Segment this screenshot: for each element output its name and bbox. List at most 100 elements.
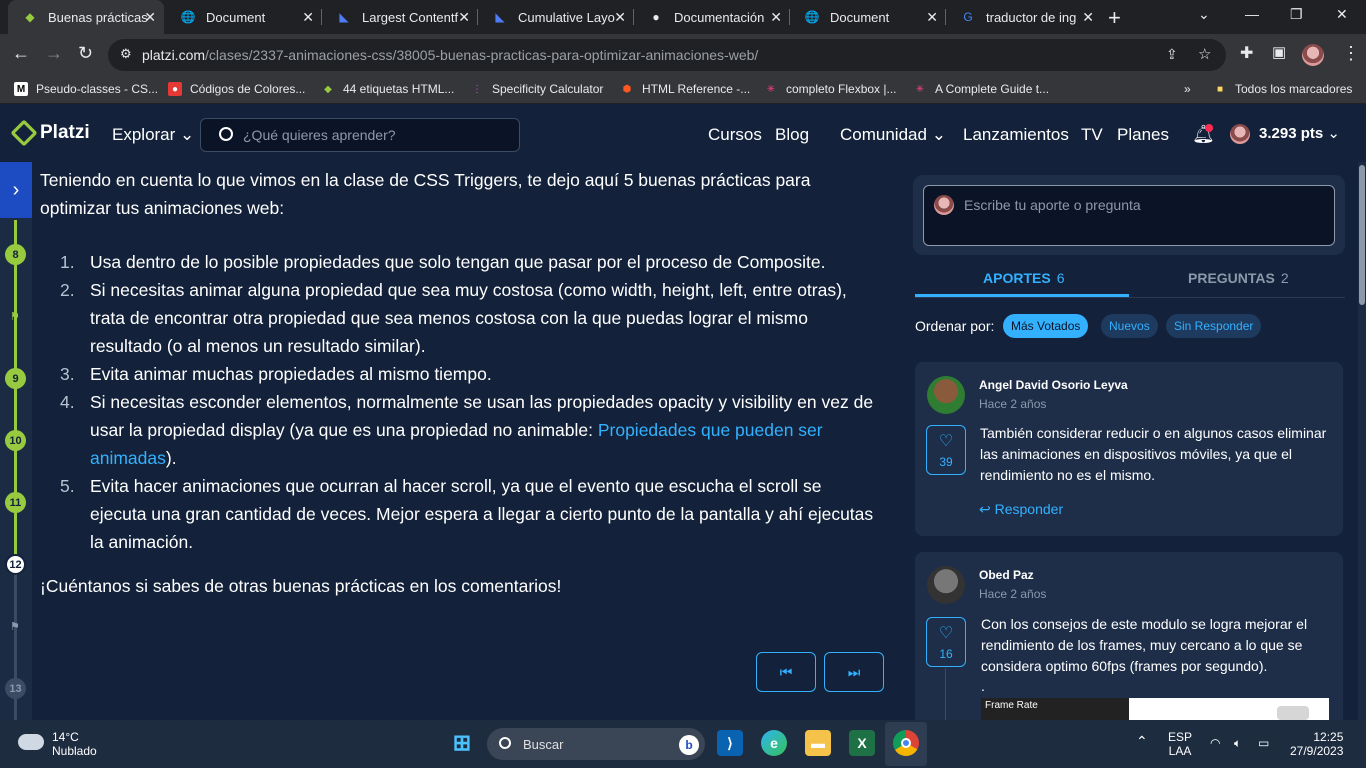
tab-document-2[interactable]: 🌐 Document ✕ — [790, 0, 946, 34]
address-bar[interactable]: ⚙ platzi.com/clases/2337-animaciones-css… — [108, 39, 1226, 71]
all-bookmarks-folder[interactable]: ■ Todos los marcadores — [1213, 82, 1352, 96]
language-indicator[interactable]: ESP LAA — [1168, 730, 1192, 758]
profile-avatar[interactable] — [1302, 44, 1324, 66]
progress-node-current[interactable]: 12 — [5, 554, 26, 575]
vscode-icon[interactable]: ⟩ — [717, 730, 743, 756]
nav-planes[interactable]: Planes — [1117, 125, 1169, 145]
close-tab-icon[interactable]: ✕ — [458, 9, 470, 26]
back-button[interactable]: ← — [12, 43, 30, 64]
reply-button[interactable]: ↩ Responder — [979, 501, 1063, 518]
tips-list: 1. Usa dentro de lo posible propiedades q… — [40, 248, 880, 556]
tab-largest-contentful[interactable]: ◣ Largest Contentf ✕ — [322, 0, 478, 34]
tab-traductor[interactable]: G traductor de ing ✕ — [946, 0, 1102, 34]
taskbar-search[interactable]: Buscar b — [487, 728, 705, 760]
active-tab-indicator — [915, 294, 1129, 297]
close-tab-icon[interactable]: ✕ — [926, 9, 938, 26]
bookmark-html-reference[interactable]: ⬢ HTML Reference -... — [620, 82, 751, 96]
close-tab-icon[interactable]: ✕ — [144, 9, 156, 26]
next-class-button[interactable]: ⏭ — [824, 652, 884, 692]
bookmark-specificity[interactable]: ⋮ Specificity Calculator — [470, 82, 603, 96]
nav-tv[interactable]: TV — [1081, 125, 1103, 145]
restore-button[interactable]: ❐ — [1290, 6, 1303, 23]
site-info-icon[interactable]: ⚙ — [120, 46, 132, 62]
bing-icon[interactable]: b — [679, 735, 699, 755]
progress-node[interactable]: 10 — [5, 430, 26, 451]
google-icon: G — [963, 10, 973, 24]
avatar[interactable] — [927, 376, 965, 414]
battery-icon[interactable]: ▭ — [1258, 736, 1269, 750]
explore-menu[interactable]: Explorar ⌄ — [112, 125, 194, 145]
tab-cumulative-layout[interactable]: ◣ Cumulative Layo ✕ — [478, 0, 634, 34]
user-points[interactable]: 3.293 pts ⌄ — [1259, 124, 1340, 142]
filter-mas-votados[interactable]: Más Votados — [1003, 314, 1089, 338]
comment-author[interactable]: Obed Paz — [979, 568, 1034, 582]
ask-input[interactable]: Escribe tu aporte o pregunta — [923, 185, 1335, 246]
tab-documentacion[interactable]: ● Documentación ✕ — [634, 0, 790, 34]
new-tab-button[interactable]: + — [1108, 5, 1121, 31]
like-button[interactable]: ♡ 39 — [926, 425, 966, 475]
progress-node[interactable]: 8 — [5, 244, 26, 265]
chrome-menu-icon[interactable]: ⋮ — [1342, 43, 1360, 64]
minimize-button[interactable]: — — [1245, 6, 1259, 22]
like-button[interactable]: ♡ 16 — [926, 617, 966, 667]
filter-sin-responder[interactable]: Sin Responder — [1166, 314, 1262, 338]
nav-cursos[interactable]: Cursos — [708, 125, 762, 145]
excel-icon[interactable]: X — [849, 730, 875, 756]
edge-icon[interactable]: e — [761, 730, 787, 756]
expand-image-icon[interactable] — [1277, 706, 1309, 720]
chrome-icon[interactable] — [893, 730, 919, 756]
close-tab-icon[interactable]: ✕ — [1082, 9, 1094, 26]
tab-preguntas[interactable]: PREGUNTAS 2 — [1188, 270, 1289, 286]
wifi-icon[interactable]: ◠ — [1210, 736, 1220, 750]
list-item: 5. Evita hacer animaciones que ocurran al… — [60, 476, 874, 552]
url-text[interactable]: platzi.com/clases/2337-animaciones-css/3… — [142, 47, 758, 63]
comment-date: Hace 2 años — [979, 397, 1047, 411]
progress-node[interactable]: 13 — [5, 678, 26, 699]
tab-buenas-practicas[interactable]: ◆ Buenas prácticas ✕ — [8, 0, 164, 34]
scrollbar-thumb[interactable] — [1359, 165, 1365, 305]
bookmark-codigos-colores[interactable]: ● Códigos de Colores... — [168, 82, 305, 96]
file-explorer-icon[interactable]: ▬ — [805, 730, 831, 756]
frame-rate-screenshot[interactable]: Frame Rate — [981, 698, 1329, 720]
tab-search-chevron-icon[interactable]: ⌄ — [1198, 6, 1210, 23]
expand-rail-button[interactable]: › — [0, 162, 32, 218]
platzi-logo[interactable]: Platzi — [10, 119, 90, 147]
clock[interactable]: 12:25 27/9/2023 — [1290, 730, 1343, 758]
list-item: 4. Si necesitas esconder elementos, norma… — [60, 392, 874, 468]
bookmark-pseudo-classes[interactable]: M Pseudo-classes - CS... — [14, 82, 158, 96]
share-icon[interactable]: ⇪ — [1166, 46, 1178, 63]
chevron-up-icon[interactable]: ⌃ — [1136, 734, 1148, 748]
close-tab-icon[interactable]: ✕ — [770, 9, 782, 26]
nav-blog[interactable]: Blog — [775, 125, 809, 145]
tab-document-1[interactable]: 🌐 Document ✕ — [166, 0, 322, 34]
reply-icon: ↩ — [979, 501, 991, 517]
bookmarks-overflow-button[interactable]: » — [1184, 82, 1191, 96]
bookmark-complete-guide[interactable]: ✳ A Complete Guide t... — [913, 82, 1049, 96]
progress-node[interactable]: 11 — [5, 492, 26, 513]
close-tab-icon[interactable]: ✕ — [614, 9, 626, 26]
bookmark-flexbox[interactable]: ✳ completo Flexbox |... — [764, 82, 897, 96]
side-panel-icon[interactable]: ▣ — [1272, 43, 1286, 61]
bookmark-star-icon[interactable]: ☆ — [1198, 45, 1211, 63]
skip-previous-icon: ⏮ — [779, 663, 793, 680]
volume-icon[interactable]: 🔈︎ — [1234, 736, 1241, 750]
close-tab-icon[interactable]: ✕ — [302, 9, 314, 26]
nav-comunidad[interactable]: Comunidad ⌄ — [840, 125, 946, 145]
extensions-icon[interactable]: ✚ — [1240, 43, 1253, 63]
bookmark-etiquetas-html[interactable]: ◆ 44 etiquetas HTML... — [321, 82, 454, 96]
flag-icon: ⚑ — [10, 311, 20, 323]
forward-button[interactable]: → — [45, 43, 63, 64]
weather-widget[interactable]: 14°C Nublado — [18, 730, 97, 758]
close-window-button[interactable]: ✕ — [1336, 6, 1348, 23]
avatar[interactable] — [927, 566, 965, 604]
search-input[interactable]: ¿Qué quieres aprender? — [200, 118, 520, 152]
user-avatar[interactable] — [1230, 124, 1250, 144]
nav-lanzamientos[interactable]: Lanzamientos — [963, 125, 1069, 145]
progress-node[interactable]: 9 — [5, 368, 26, 389]
tab-aportes[interactable]: APORTES 6 — [983, 270, 1064, 286]
comment-author[interactable]: Angel David Osorio Leyva — [979, 378, 1128, 392]
reload-button[interactable]: ↻ — [78, 43, 93, 64]
previous-class-button[interactable]: ⏮ — [756, 652, 816, 692]
filter-nuevos[interactable]: Nuevos — [1101, 314, 1158, 338]
windows-start-icon[interactable]: ⊞ — [449, 730, 475, 756]
